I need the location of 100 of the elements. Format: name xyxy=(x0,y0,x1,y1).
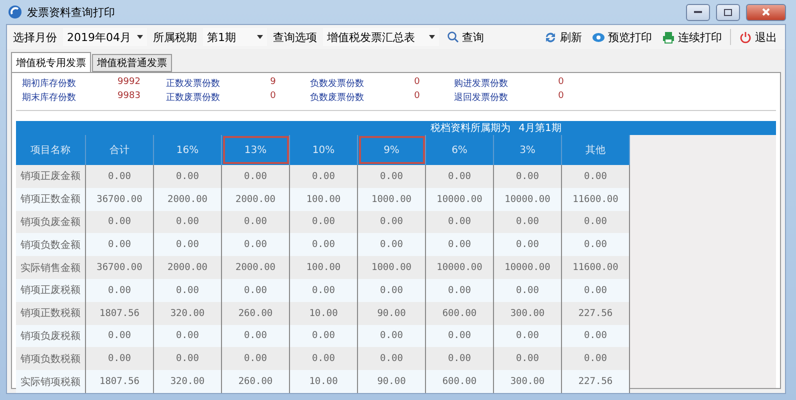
caption-text: 税档资料所属期为 xyxy=(430,122,511,135)
table-cell: 2000.00 xyxy=(222,256,290,279)
summary-label: 负数发票份数 xyxy=(310,78,365,90)
column-header: 其他 xyxy=(562,135,630,165)
caret-icon xyxy=(257,35,263,39)
table-cell: 0.00 xyxy=(494,324,562,348)
table-cell: 0.00 xyxy=(154,347,222,370)
summary-label: 正数废票份数 xyxy=(166,92,221,104)
table-cell: 0.00 xyxy=(290,278,358,302)
table-cell: 320.00 xyxy=(154,302,222,325)
table-cell: 0.00 xyxy=(290,324,358,348)
table-cell: 0.00 xyxy=(562,233,630,256)
option-label: 查询选项 xyxy=(273,30,317,44)
table-cell: 260.00 xyxy=(222,370,290,393)
column-header: 合计 xyxy=(86,135,154,165)
summary-value: 0 xyxy=(413,91,421,103)
summary-label: 负数废票份数 xyxy=(310,92,365,104)
summary-label: 正数发票份数 xyxy=(166,78,221,90)
summary-value: 9983 xyxy=(116,91,142,103)
table-cell: 销项正废税额 xyxy=(16,278,86,302)
summary-value: 0 xyxy=(269,91,277,103)
caret-icon xyxy=(137,35,143,39)
table-cell: 0.00 xyxy=(86,278,154,302)
refresh-icon xyxy=(544,30,557,44)
minimize-button[interactable] xyxy=(686,4,710,20)
table-cell: 0.00 xyxy=(154,324,222,348)
summary-value: 9 xyxy=(269,77,277,89)
print-button[interactable]: 连续打印 xyxy=(660,30,724,44)
table-cell: 10000.00 xyxy=(494,256,562,279)
table-cell: 90.00 xyxy=(358,370,426,393)
table-cell: 1807.56 xyxy=(86,302,154,325)
table-cell: 0.00 xyxy=(86,324,154,348)
table-cell: 36700.00 xyxy=(86,256,154,279)
month-dropdown[interactable]: 2019年04月 xyxy=(63,28,147,46)
app-icon xyxy=(8,5,22,19)
table-cell: 0.00 xyxy=(494,233,562,256)
table-cell: 0.00 xyxy=(222,324,290,348)
table-cell: 0.00 xyxy=(358,165,426,188)
table-cell: 90.00 xyxy=(358,302,426,325)
table-cell: 销项正数金额 xyxy=(16,188,86,211)
table-cell: 0.00 xyxy=(426,278,494,302)
table-cell: 0.00 xyxy=(222,165,290,188)
refresh-button[interactable]: 刷新 xyxy=(542,30,584,44)
table-cell: 10000.00 xyxy=(426,256,494,279)
maximize-button[interactable] xyxy=(716,4,740,20)
table-cell: 2000.00 xyxy=(222,188,290,211)
query-button[interactable]: 查询 xyxy=(445,30,486,44)
table-cell: 实际销售金额 xyxy=(16,256,86,279)
close-button[interactable] xyxy=(746,4,786,20)
table-cell: 0.00 xyxy=(562,324,630,348)
table-cell: 0.00 xyxy=(290,165,358,188)
tab[interactable]: 增值税普通发票 xyxy=(92,54,172,72)
table-cell: 320.00 xyxy=(154,370,222,393)
table-cell: 0.00 xyxy=(426,210,494,234)
table-cell: 227.56 xyxy=(562,302,630,325)
column-header: 3% xyxy=(494,135,562,165)
table-cell: 1000.00 xyxy=(358,256,426,279)
table-cell: 0.00 xyxy=(562,165,630,188)
table-cell: 0.00 xyxy=(222,347,290,370)
table-cell: 0.00 xyxy=(290,347,358,370)
table-cell: 销项负数金额 xyxy=(16,233,86,256)
column-header: 13% xyxy=(222,135,290,165)
preview-button[interactable]: 预览打印 xyxy=(590,30,654,44)
table-cell: 0.00 xyxy=(86,165,154,188)
table-cell: 0.00 xyxy=(222,210,290,234)
table-cell: 11600.00 xyxy=(562,256,630,279)
table-cell: 1000.00 xyxy=(358,188,426,211)
exit-button[interactable]: 退出 xyxy=(737,30,779,44)
option-dropdown[interactable]: 增值税发票汇总表 xyxy=(323,28,439,46)
table-cell: 0.00 xyxy=(290,210,358,234)
table-cell: 11600.00 xyxy=(562,188,630,211)
table-cell: 10.00 xyxy=(290,302,358,325)
table-cell: 0.00 xyxy=(358,210,426,234)
table-cell: 0.00 xyxy=(358,324,426,348)
table-cell: 0.00 xyxy=(154,210,222,234)
table-cell: 0.00 xyxy=(154,278,222,302)
power-icon xyxy=(739,30,752,44)
tab[interactable]: 增值税专用发票 xyxy=(11,52,91,72)
month-label: 选择月份 xyxy=(13,30,57,44)
caption-period: 4月第1期 xyxy=(518,122,562,135)
table-cell: 227.56 xyxy=(562,370,630,393)
table-cell: 0.00 xyxy=(562,347,630,370)
table-cell: 0.00 xyxy=(358,347,426,370)
table-cell: 0.00 xyxy=(222,278,290,302)
table-cell: 0.00 xyxy=(494,347,562,370)
summary-value: 0 xyxy=(413,77,421,89)
table-cell: 300.00 xyxy=(494,302,562,325)
period-dropdown[interactable]: 第1期 xyxy=(203,28,267,46)
window-title: 发票资料查询打印 xyxy=(27,4,116,20)
table-cell: 0.00 xyxy=(154,233,222,256)
table-cell: 0.00 xyxy=(222,233,290,256)
table-cell: 销项负数税额 xyxy=(16,347,86,370)
maximize-icon xyxy=(724,8,732,16)
column-header: 6% xyxy=(426,135,494,165)
table-cell: 销项负废金额 xyxy=(16,210,86,234)
column-header: 项目名称 xyxy=(16,135,86,165)
table-cell: 0.00 xyxy=(494,278,562,302)
summary-value: 0 xyxy=(557,77,565,89)
table-cell: 0.00 xyxy=(358,278,426,302)
table-cell: 300.00 xyxy=(494,370,562,393)
